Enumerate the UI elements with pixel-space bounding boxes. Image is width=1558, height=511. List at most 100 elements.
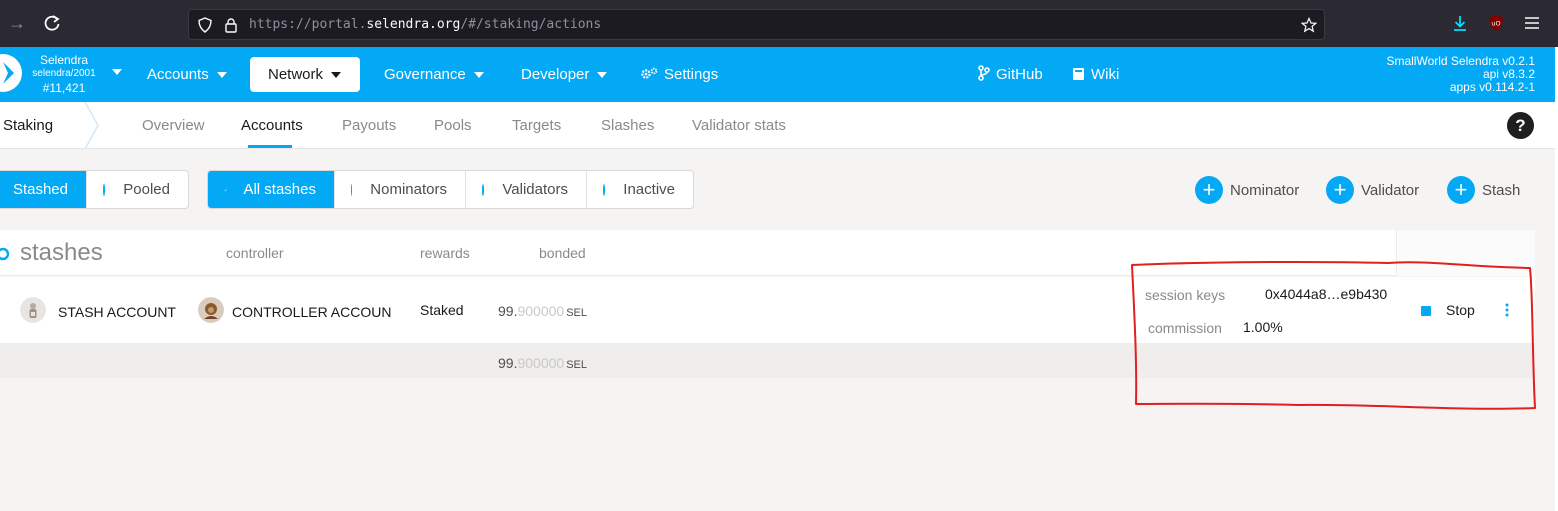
url-text: https://portal.selendra.org/#/staking/ac… [249,17,602,32]
menu-network[interactable]: Network [250,57,360,92]
commission-value: 1.00% [1243,319,1283,335]
more-options-icon[interactable] [1505,303,1509,317]
menu-governance[interactable]: Governance [366,57,502,92]
link-label: Wiki [1091,66,1120,83]
menu-label: Developer [521,66,590,83]
column-rewards: rewards [420,245,470,261]
session-keys-value: 0x4044a8…e9b430 [1265,286,1388,302]
toggle-label: Validators [502,181,568,198]
link-wiki[interactable]: Wiki [1054,57,1137,92]
commission-label: commission [1148,320,1222,336]
session-keys-label: session keys [1145,287,1226,303]
toggle-validators[interactable]: Validators [466,171,587,208]
tab-validator-stats[interactable]: Validator stats [692,117,786,134]
ublock-icon[interactable]: uO [1487,14,1505,32]
tab-targets[interactable]: Targets [512,117,561,134]
toggle-all-stashes[interactable]: All stashes [208,171,335,208]
toggle-label: Stashed [12,181,68,198]
chain-selector[interactable]: Selendra selendra/2001 #11,421 [28,53,100,95]
menu-icon[interactable] [1523,14,1541,32]
breadcrumb-chevron-icon [84,102,99,149]
app-header: Selendra selendra/2001 #11,421 Accounts … [0,47,1555,102]
block-number: #11,421 [42,81,86,95]
plus-icon: + [1447,176,1475,204]
radio-dot-icon [351,183,353,196]
tab-overview[interactable]: Overview [142,117,205,134]
radio-dot-icon [603,183,606,196]
table-row: STASH ACCOUNT CONTROLLER ACCOUN Staked 9… [0,277,1535,343]
balance-integer: 99. [498,355,518,371]
menu-accounts[interactable]: Accounts [129,57,245,92]
stop-button-label[interactable]: Stop [1446,302,1475,318]
lock-icon[interactable] [223,17,239,33]
controller-account-name[interactable]: CONTROLLER ACCOUN [232,304,391,320]
stashes-bullet-icon [0,247,10,261]
menu-label: Accounts [147,66,209,83]
tab-payouts[interactable]: Payouts [342,117,396,134]
balance-unit: SEL [566,359,587,371]
toggle-nominators[interactable]: Nominators [335,171,466,208]
button-label: Stash [1482,181,1521,199]
button-label: Nominator [1230,181,1300,199]
version-line: apps v0.114.2-1 [1449,80,1535,94]
total-bonded-balance: 99.900000 SEL [498,355,587,371]
chevron-down-icon [473,72,484,79]
toggle-stashed[interactable]: Stashed [0,171,87,208]
toggle-inactive[interactable]: Inactive [587,171,693,208]
controller-identicon-icon[interactable] [198,297,224,323]
stash-account-name[interactable]: STASH ACCOUNT [58,304,176,320]
star-icon[interactable] [1301,17,1317,33]
toggle-label: All stashes [243,181,316,198]
add-validator-button[interactable]: + Validator [1326,176,1419,204]
section-title: Staking [3,117,54,134]
tab-accounts[interactable]: Accounts [241,117,303,134]
bonded-balance: 99.900000 SEL [498,303,587,319]
chevron-down-icon [331,72,342,79]
shield-icon[interactable] [197,17,213,33]
stashes-table-header: stashes controller rewards bonded [0,230,1535,276]
toggle-label: Inactive [623,181,675,198]
gears-icon [641,67,658,79]
forward-icon[interactable]: → [8,13,28,33]
balance-decimals: 900000 [517,303,565,319]
address-bar[interactable]: https://portal.selendra.org/#/staking/ac… [188,9,1325,40]
reload-icon[interactable] [42,13,62,33]
rewards-destination: Staked [420,302,464,318]
download-icon[interactable] [1451,14,1469,32]
column-controller: controller [226,245,284,261]
chevron-down-icon [216,72,227,79]
stash-type-toggle: Stashed Pooled [0,170,189,209]
chevron-down-icon[interactable] [112,69,122,75]
balance-integer: 99. [498,303,518,319]
help-icon[interactable]: ? [1507,112,1534,139]
menu-settings[interactable]: Settings [622,57,736,92]
active-tab-indicator [248,145,292,148]
book-icon [1073,68,1084,80]
stash-role-toggle: All stashes Nominators Validators Inacti… [207,170,694,209]
logo-icon [3,62,14,84]
check-icon [224,188,228,191]
menu-developer[interactable]: Developer [503,57,625,92]
stop-icon[interactable] [1421,306,1431,316]
radio-dot-icon [482,183,485,196]
stash-identicon-icon[interactable] [20,297,46,323]
tab-pools[interactable]: Pools [434,117,472,134]
tab-slashes[interactable]: Slashes [601,117,654,134]
menu-label: Settings [664,66,719,83]
balance-decimals: 900000 [517,355,565,371]
link-github[interactable]: GitHub [960,57,1061,92]
toggle-label: Nominators [370,181,447,198]
balance-unit: SEL [566,307,587,319]
toggle-label: Pooled [123,181,170,198]
browser-toolbar: → https://portal.selendra.org/#/staking/… [0,0,1558,47]
header-actions-cell [1396,230,1535,276]
plus-icon: + [1195,176,1223,204]
selendra-logo[interactable] [0,54,22,92]
menu-label: Governance [384,66,466,83]
git-branch-icon [978,65,990,81]
chain-name: Selendra [39,53,89,67]
add-stash-button[interactable]: + Stash [1447,176,1520,204]
radio-dot-icon [103,183,106,196]
toggle-pooled[interactable]: Pooled [87,171,188,208]
add-nominator-button[interactable]: + Nominator [1195,176,1299,204]
